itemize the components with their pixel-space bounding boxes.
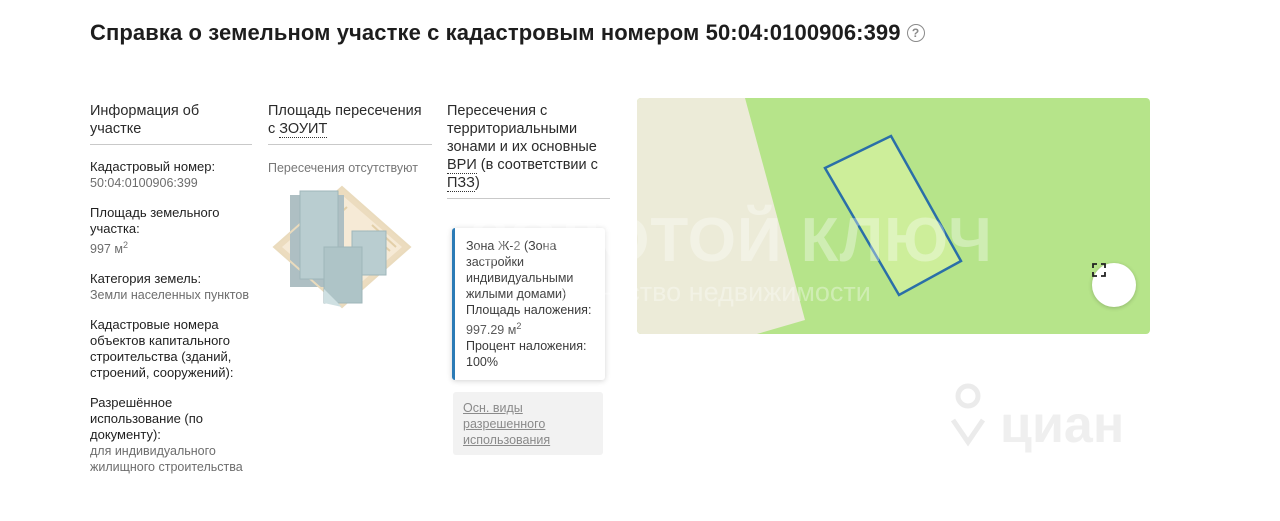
page-title-text: Справка о земельном участке с кадастровы…	[90, 20, 901, 45]
overlap-area-value-text: 997.29 м	[466, 323, 517, 338]
question-circle-icon[interactable]: ?	[906, 24, 925, 42]
zouit-column: Площадь пересечения с ЗОУИТ Пересечения …	[268, 102, 432, 314]
overlap-area-sup: 2	[516, 321, 522, 331]
watermark-title: ЗОЛОТОЙ КЛЮЧ	[470, 206, 993, 275]
watermark-subtitle: агентство недвижимости	[560, 277, 871, 307]
cad-number-value: 50:04:0100906:399	[90, 176, 198, 190]
parcel-info-column: Информация об участке Кадастровый номер:…	[90, 102, 252, 475]
area-label: Площадь земельного участка:	[90, 205, 220, 236]
area-value: 997 м2	[90, 237, 252, 257]
usage-label: Разрешённое использование (по документу)…	[90, 395, 204, 443]
cad-number-label: Кадастровый номер:	[90, 159, 216, 174]
territorial-zones-column: Пересечения с территориальными зонами и …	[447, 102, 610, 199]
overlap-percent-label: Процент наложения:	[466, 339, 587, 354]
area-item: Площадь земельного участка: 997 м2	[90, 205, 252, 257]
vri-abbr[interactable]: ВРИ	[447, 157, 477, 174]
category-item: Категория земель: Земли населенных пункт…	[90, 271, 252, 303]
zones-header-text-1: Пересечения с территориальными зонами и …	[447, 103, 597, 155]
fullscreen-icon	[1092, 263, 1106, 277]
area-value-text: 997 м	[90, 242, 123, 257]
page-title: Справка о земельном участке с кадастровы…	[90, 20, 925, 46]
area-value-sup: 2	[122, 240, 128, 250]
category-label: Категория земель:	[90, 271, 202, 287]
usage-item: Разрешённое использование (по документу)…	[90, 395, 252, 475]
pzz-abbr[interactable]: ПЗЗ	[447, 175, 475, 192]
overlap-percent: Процент наложения: 100%	[466, 338, 595, 370]
main-usage-types-link[interactable]: Осн. виды разрешенного использования	[463, 400, 593, 448]
buildings-illustration-icon	[272, 185, 432, 314]
capital-objects-item: Кадастровые номера объектов капитального…	[90, 317, 252, 381]
fullscreen-button[interactable]	[1092, 263, 1136, 307]
zones-header: Пересечения с территориальными зонами и …	[447, 102, 610, 199]
cian-logo-icon	[945, 380, 991, 455]
cad-number-item: Кадастровый номер: 50:04:0100906:399	[90, 159, 252, 191]
zone-usage-link-box: Осн. виды разрешенного использования	[453, 392, 603, 455]
overlap-percent-value: 100%	[466, 355, 498, 370]
overlap-area-value: 997.29 м2	[466, 318, 595, 338]
zouit-abbr[interactable]: ЗОУИТ	[279, 121, 328, 138]
info-header: Информация об участке	[90, 102, 252, 145]
watermark-cian: циан	[1000, 396, 1125, 454]
capital-objects-label: Кадастровые номера объектов капитального…	[90, 317, 234, 381]
category-value: Земли населенных пунктов	[90, 288, 249, 303]
usage-value: для индивидуального жилищного строительс…	[90, 444, 243, 475]
no-intersections-text: Пересечения отсутствуют	[268, 161, 418, 175]
zones-header-text-2: (в соответствии с	[476, 157, 598, 173]
zouit-header: Площадь пересечения с ЗОУИТ	[268, 102, 432, 145]
zones-header-text-3: )	[474, 175, 480, 191]
